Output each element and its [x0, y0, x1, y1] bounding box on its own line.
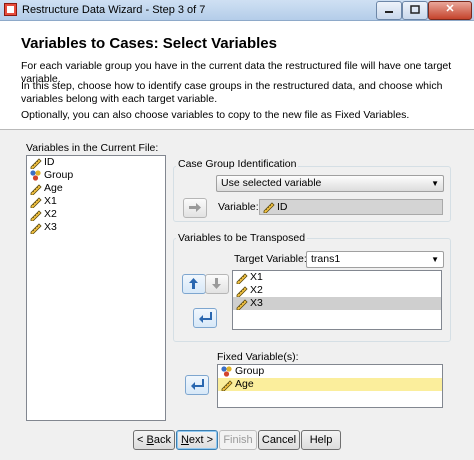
scale-icon — [29, 221, 42, 235]
source-list-item[interactable]: X3 — [27, 221, 165, 235]
minimize-button[interactable] — [376, 1, 402, 20]
nominal-icon — [29, 169, 42, 182]
scale-icon — [235, 297, 248, 311]
transposed-item-label: X2 — [250, 284, 263, 296]
close-icon: ✕ — [445, 3, 455, 15]
next-button-accelerator: N — [180, 434, 189, 446]
transposed-list-item[interactable]: X2 — [233, 284, 441, 298]
transposed-item-label: X1 — [250, 271, 263, 283]
target-variable-label: Target Variable: — [234, 253, 307, 265]
back-button-accelerator: B — [146, 434, 154, 446]
arrow-return-left-icon — [199, 312, 212, 323]
source-item-label: X1 — [44, 195, 57, 207]
target-variable-select[interactable]: trans1 ▼ — [306, 251, 444, 268]
back-button[interactable]: < Back — [133, 430, 175, 450]
move-to-transposed-button[interactable] — [193, 308, 217, 328]
next-button[interactable]: Next > — [176, 430, 218, 450]
help-button[interactable]: Help — [301, 430, 341, 450]
source-list-item[interactable]: ID — [27, 156, 165, 170]
title-bar: Restructure Data Wizard - Step 3 of 7 ✕ — [0, 0, 474, 21]
fixed-list-item[interactable]: Age — [218, 378, 442, 392]
back-button-prefix: < — [137, 434, 147, 446]
cancel-button[interactable]: Cancel — [258, 430, 300, 450]
scale-icon — [235, 284, 248, 298]
arrow-down-icon — [212, 278, 221, 289]
case-group-variable-label: Variable: — [218, 201, 259, 213]
source-list-label: Variables in the Current File: — [26, 142, 159, 154]
fixed-variable-list[interactable]: Group Age — [217, 364, 443, 408]
description-3: Optionally, you can also choose variable… — [21, 109, 410, 121]
description-2: In this step, choose how to identify cas… — [21, 80, 443, 105]
target-variable-value: trans1 — [311, 253, 341, 265]
page-title: Variables to Cases: Select Variables — [21, 35, 277, 52]
source-item-label: Group — [44, 169, 74, 181]
fixed-list-item[interactable]: Group — [218, 365, 442, 378]
source-list-item[interactable]: Age — [27, 182, 165, 196]
chevron-down-icon: ▼ — [431, 179, 439, 188]
back-button-label: ack — [153, 434, 171, 446]
fixed-item-label: Age — [235, 378, 254, 390]
case-group-method-select[interactable]: Use selected variable ▼ — [216, 175, 444, 192]
source-variable-list[interactable]: ID Group Age X1 X2 X3 — [26, 155, 166, 421]
scale-icon — [29, 156, 42, 170]
transposed-list-item[interactable]: X3 — [233, 297, 441, 311]
scale-icon — [29, 208, 42, 222]
move-up-button[interactable] — [182, 274, 206, 294]
arrow-up-icon — [189, 278, 198, 289]
transposed-list-item[interactable]: X1 — [233, 271, 441, 285]
source-item-label: ID — [44, 156, 55, 168]
source-list-item[interactable]: Group — [27, 169, 165, 182]
move-to-variable-button[interactable] — [183, 198, 207, 218]
maximize-icon — [410, 5, 420, 14]
app-icon — [4, 3, 17, 16]
wizard-header: Variables to Cases: Select Variables For… — [0, 21, 474, 130]
arrow-right-icon — [189, 203, 201, 212]
source-item-label: X3 — [44, 221, 57, 233]
minimize-icon — [385, 11, 393, 13]
close-button[interactable]: ✕ — [428, 1, 472, 20]
move-to-fixed-button[interactable] — [185, 375, 209, 395]
case-group-variable-value: ID — [277, 201, 288, 213]
scale-icon — [29, 195, 42, 209]
move-down-button[interactable] — [205, 274, 229, 294]
fixed-variables-label: Fixed Variable(s): — [217, 351, 299, 363]
case-group-method-value: Use selected variable — [221, 177, 322, 189]
arrow-return-left-icon — [191, 379, 204, 390]
scale-icon — [263, 202, 275, 213]
source-list-item[interactable]: X1 — [27, 195, 165, 209]
maximize-button[interactable] — [402, 1, 428, 20]
scale-icon — [235, 271, 248, 285]
transposed-item-label: X3 — [250, 297, 263, 309]
window-title: Restructure Data Wizard - Step 3 of 7 — [22, 4, 206, 16]
fixed-item-label: Group — [235, 365, 265, 377]
source-item-label: X2 — [44, 208, 57, 220]
scale-icon — [220, 378, 233, 392]
scale-icon — [29, 182, 42, 196]
next-button-label: ext > — [188, 434, 214, 446]
nominal-icon — [220, 365, 233, 378]
case-group-title: Case Group Identification — [176, 158, 299, 170]
source-list-item[interactable]: X2 — [27, 208, 165, 222]
case-group-variable-field[interactable]: ID — [259, 199, 443, 215]
source-item-label: Age — [44, 182, 63, 194]
finish-button[interactable]: Finish — [219, 430, 257, 450]
chevron-down-icon: ▼ — [431, 255, 439, 264]
transposed-title: Variables to be Transposed — [176, 232, 308, 244]
transposed-variable-list[interactable]: X1 X2 X3 — [232, 270, 442, 330]
